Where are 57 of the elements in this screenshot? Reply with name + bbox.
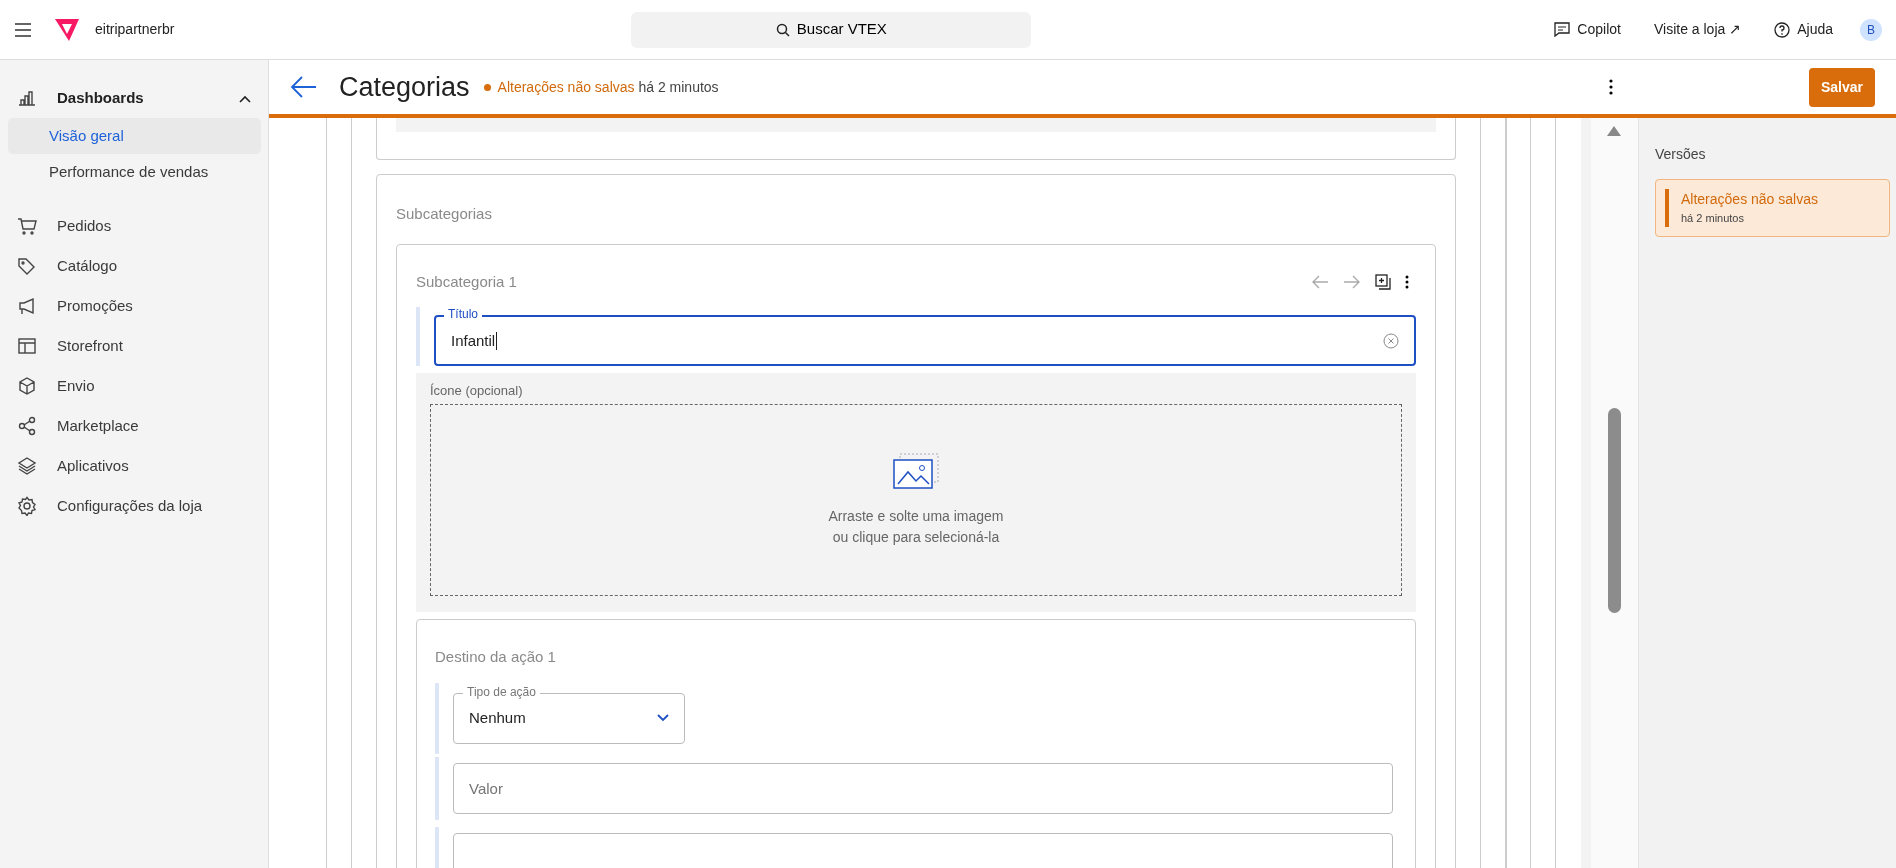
value-field[interactable]: Valor bbox=[453, 763, 1393, 815]
box-icon bbox=[17, 376, 37, 396]
cart-icon bbox=[17, 216, 37, 236]
field-value: Infantil bbox=[451, 330, 496, 351]
field-label: Ícone (opcional) bbox=[430, 382, 524, 401]
image-dropzone[interactable]: Arraste e solte uma imagem ou clique para selecioná-la bbox=[430, 404, 1402, 597]
sidebar-item[interactable]: Marketplace bbox=[0, 406, 268, 446]
user-avatar[interactable]: B bbox=[1860, 18, 1882, 41]
sidebar-item[interactable]: Envio bbox=[0, 366, 268, 406]
version-card[interactable]: Alterações não salvas há 2 minutos bbox=[1655, 179, 1890, 237]
subcategory-title: Subcategoria 1 bbox=[416, 271, 517, 292]
sidebar-item[interactable]: Aplicativos bbox=[0, 446, 268, 486]
section-title: Subcategorias bbox=[396, 204, 493, 225]
layout-icon bbox=[17, 336, 37, 356]
scrollbar-thumb[interactable] bbox=[1608, 408, 1621, 614]
status-dot bbox=[483, 83, 491, 91]
sidebar-item[interactable]: Storefront bbox=[0, 326, 268, 366]
sidebar-item[interactable]: Pedidos bbox=[0, 206, 268, 246]
gear-icon bbox=[17, 496, 37, 516]
search-field[interactable]: Buscar VTEX bbox=[631, 11, 1032, 48]
field-label: Tipo de ação bbox=[463, 684, 540, 699]
more-icon[interactable] bbox=[1608, 79, 1613, 96]
chat-icon bbox=[1554, 22, 1571, 37]
dropzone-text: Arraste e solte uma imagem bbox=[828, 507, 1004, 527]
logo-icon[interactable] bbox=[53, 16, 81, 43]
copilot-button[interactable]: Copilot bbox=[1548, 18, 1627, 41]
right-arrow-icon[interactable] bbox=[1343, 275, 1361, 290]
more-icon[interactable] bbox=[1405, 275, 1409, 290]
sidebar-item[interactable]: Catálogo bbox=[0, 246, 268, 286]
duplicate-icon[interactable] bbox=[1375, 274, 1391, 291]
left-arrow-icon[interactable] bbox=[1311, 275, 1329, 290]
megaphone-icon bbox=[17, 296, 37, 316]
store-link[interactable]: Visite a loja ↗ bbox=[1647, 18, 1748, 41]
sidebar-subitem[interactable]: Visão geral bbox=[8, 118, 261, 154]
sidebar-item[interactable]: Dashboards bbox=[0, 78, 268, 118]
chevron-up-icon bbox=[239, 94, 251, 103]
share-icon bbox=[17, 416, 37, 436]
dropzone-text: ou clique para selecioná-la bbox=[832, 528, 1000, 548]
clear-icon[interactable] bbox=[1383, 332, 1399, 349]
help-icon bbox=[1774, 21, 1791, 38]
scroll-up-icon[interactable] bbox=[1607, 126, 1621, 137]
action-title: Destino da ação 1 bbox=[435, 647, 557, 668]
panel-title: Versões bbox=[1655, 145, 1707, 165]
layers-icon bbox=[17, 456, 37, 476]
save-status: Alterações não salvas há 2 minutos bbox=[497, 77, 719, 97]
page-title: Categorias bbox=[339, 70, 470, 104]
sidebar-item[interactable]: Promoções bbox=[0, 286, 268, 326]
menu-icon[interactable] bbox=[14, 22, 32, 37]
tag-icon bbox=[17, 256, 37, 276]
chart-icon bbox=[17, 88, 37, 108]
search-icon bbox=[775, 22, 790, 37]
store-name: eitripartnerbr bbox=[95, 20, 175, 39]
sidebar-item[interactable]: Configurações da loja bbox=[0, 486, 268, 526]
sidebar-subitem[interactable]: Performance de vendas bbox=[8, 154, 261, 190]
help-link[interactable]: Ajuda bbox=[1768, 18, 1839, 41]
chevron-down-icon bbox=[657, 714, 669, 723]
back-arrow-icon[interactable] bbox=[290, 75, 318, 100]
